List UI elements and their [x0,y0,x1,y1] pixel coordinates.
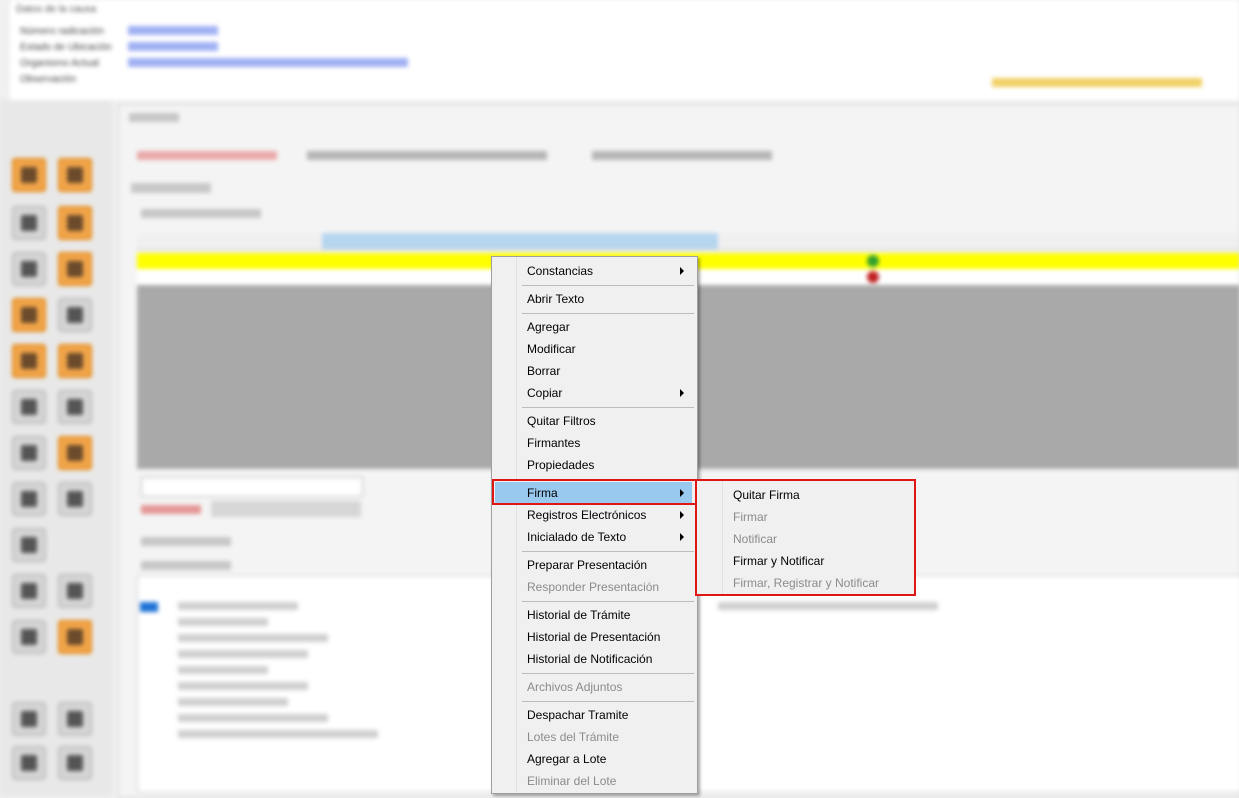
header-label: Organismo Actual [20,58,99,69]
menu-separator [522,673,694,674]
toolbar-icon[interactable] [12,574,46,608]
submenu-arrow-icon [680,267,684,275]
toolbar-icon[interactable] [12,528,46,562]
toolbar-icon[interactable] [12,206,46,240]
toolbar-icon[interactable] [58,702,92,736]
menu-item-agregar-a-lote[interactable]: Agregar a Lote [495,748,692,770]
header-value [128,26,218,35]
toolbar-icon[interactable] [12,702,46,736]
toolbar-icon[interactable] [12,746,46,780]
menu-item-historial-de-notificacion[interactable]: Historial de Notificación [495,648,692,670]
submenu-arrow-icon [680,389,684,397]
readonly-field [211,501,361,517]
menu-item-preparar-presentacion[interactable]: Preparar Presentación [495,554,692,576]
toolbar-icon[interactable] [58,344,92,378]
grid-header [137,233,1239,250]
toolbar-icon[interactable] [12,298,46,332]
toolbar-icon[interactable] [12,390,46,424]
menu-item-historial-de-presentacion[interactable]: Historial de Presentación [495,626,692,648]
section-header[interactable] [141,561,231,570]
menu-item-historial-de-tramite[interactable]: Historial de Trámite [495,604,692,626]
menu-item-lotes-del-tramite: Lotes del Trámite [527,730,620,744]
menu-separator [522,701,694,702]
menu-item-firma[interactable]: Firma [495,482,692,504]
header-value [128,58,408,67]
section-header[interactable] [141,537,231,546]
toolbar-icon[interactable] [58,252,92,286]
toolbar-icon[interactable] [58,390,92,424]
header-value [128,42,218,51]
toolbar-icon[interactable] [12,158,46,192]
toolbar-icon[interactable] [12,252,46,286]
filter-checkbox[interactable] [137,151,277,160]
left-toolbar [0,100,112,796]
section-header[interactable] [141,209,261,218]
toolbar-icon[interactable] [58,158,92,192]
toolbar-icon[interactable] [58,482,92,516]
menu-separator [522,551,694,552]
submenu-arrow-icon [680,489,684,497]
filter-bar [137,145,857,169]
toolbar-icon[interactable] [58,574,92,608]
toolbar-icon[interactable] [58,620,92,654]
submenu-arrow-icon [680,533,684,541]
toolbar-icon[interactable] [58,206,92,240]
search-input[interactable] [141,477,363,497]
submenu-item-firmar-y-notificar[interactable]: Firmar y Notificar [701,550,908,572]
toolbar-icon[interactable] [12,344,46,378]
toolbar-icon[interactable] [58,746,92,780]
submenu-arrow-icon [680,511,684,519]
toolbar-icon[interactable] [12,482,46,516]
context-menu: Constancias Abrir Texto Agregar Modifica… [491,256,698,794]
field-label [141,505,201,514]
submenu-item-notificar: Notificar [733,532,778,546]
panel-title [129,113,179,122]
menu-separator [522,313,694,314]
menu-item-responder-presentacion: Responder Presentación [527,580,660,594]
menu-item-quitar-filtros[interactable]: Quitar Filtros [495,410,692,432]
header-title: Datos de la causa [16,4,97,15]
header-label: Estado de Ubicación [20,42,112,53]
toolbar-icon[interactable] [12,620,46,654]
menu-item-firmantes[interactable]: Firmantes [495,432,692,454]
header-warning [992,78,1202,87]
menu-item-agregar[interactable]: Agregar [495,316,692,338]
header-label: Número radicación [20,26,104,37]
submenu-item-firmar-registrar-y-notificar: Firmar, Registrar y Notificar [733,576,880,590]
menu-item-borrar[interactable]: Borrar [495,360,692,382]
menu-item-copiar[interactable]: Copiar [495,382,692,404]
toolbar-icon[interactable] [12,436,46,470]
menu-separator [522,479,694,480]
submenu-item-firmar: Firmar [733,510,768,524]
menu-item-registros-electronicos[interactable]: Registros Electrónicos [495,504,692,526]
status-dot [867,255,879,267]
menu-separator [522,285,694,286]
submenu-item-quitar-firma[interactable]: Quitar Firma [701,484,908,506]
menu-item-constancias[interactable]: Constancias [495,260,692,282]
menu-item-inicialado-de-texto[interactable]: Inicialado de Texto [495,526,692,548]
menu-item-propiedades[interactable]: Propiedades [495,454,692,476]
menu-item-abrir-texto[interactable]: Abrir Texto [495,288,692,310]
filter-radio-group[interactable] [592,151,772,160]
status-dot [867,271,879,283]
panel-tabs[interactable] [131,183,211,193]
menu-separator [522,601,694,602]
toolbar-icon[interactable] [58,436,92,470]
case-header: Datos de la causa Número radicación Esta… [10,0,1239,100]
toolbar-icon[interactable] [58,298,92,332]
firma-submenu: Quitar Firma Firmar Notificar Firmar y N… [697,480,914,596]
filter-radio-group[interactable] [307,151,547,160]
header-label: Observación [20,74,77,85]
menu-item-despachar-tramite[interactable]: Despachar Tramite [495,704,692,726]
menu-item-modificar[interactable]: Modificar [495,338,692,360]
tree-selected-marker [140,602,158,612]
menu-item-eliminar-del-lote: Eliminar del Lote [527,774,617,788]
menu-separator [522,407,694,408]
menu-item-archivos-adjuntos: Archivos Adjuntos [527,680,623,694]
